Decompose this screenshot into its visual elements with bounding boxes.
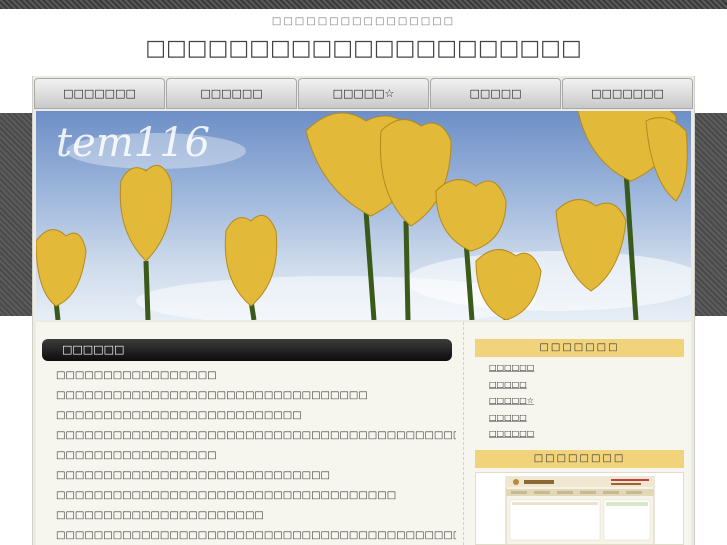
banner-thumbnail[interactable]: [475, 472, 684, 545]
post-link-5[interactable]: □□□□□□□□□□□□□□□□□: [56, 446, 456, 466]
header-image-tulips: tem116: [36, 111, 691, 320]
post-link-3[interactable]: □□□□□□□□□□□□□□□□□□□□□□□□□□: [56, 406, 456, 426]
site-thumbnail-image: [505, 476, 655, 544]
nav-item-3[interactable]: □□□□□☆: [298, 78, 429, 109]
nav-item-2[interactable]: □□□□□□: [166, 78, 297, 109]
sidebar-item-5[interactable]: □□□□□□: [489, 426, 534, 443]
site-title[interactable]: □□□□□□□□□□□□□□□□□□□□□: [0, 36, 727, 61]
sidebar-menu-title: □□□□□□□: [475, 339, 684, 357]
post-link-9[interactable]: □□□□□□□□□□□□□□□□□□□□□□□□□□□□□□□□□□□□□□□□…: [56, 526, 456, 545]
tulip-illustration: tem116: [36, 111, 691, 320]
section-title: □□□□□□: [42, 339, 452, 361]
post-link-7[interactable]: □□□□□□□□□□□□□□□□□□□□□□□□□□□□□□□□□□□□: [56, 486, 456, 506]
main-column: □□□□□□ □□□□□□□□□□□□□□□□□ □□□□□□□□□□□□□□□…: [36, 322, 462, 545]
header-logo-text: tem116: [56, 120, 210, 166]
sidebar-item-4[interactable]: □□□□□: [489, 410, 534, 427]
sidebar-banner-title: □□□□□□□□: [475, 450, 684, 468]
sidebar: □□□□□□□ □□□□□□ □□□□□ □□□□□☆ □□□□□ □□□□□□…: [463, 322, 691, 545]
post-list: □□□□□□□□□□□□□□□□□ □□□□□□□□□□□□□□□□□□□□□□…: [56, 366, 456, 545]
nav-item-1[interactable]: □□□□□□□: [34, 78, 165, 109]
sidebar-item-2[interactable]: □□□□□: [489, 377, 534, 394]
post-link-6[interactable]: □□□□□□□□□□□□□□□□□□□□□□□□□□□□□: [56, 466, 456, 486]
post-link-1[interactable]: □□□□□□□□□□□□□□□□□: [56, 366, 456, 386]
sidebar-item-3[interactable]: □□□□□☆: [489, 393, 534, 410]
post-link-8[interactable]: □□□□□□□□□□□□□□□□□□□□□□: [56, 506, 456, 526]
nav-item-5[interactable]: □□□□□□□: [562, 78, 693, 109]
post-link-2[interactable]: □□□□□□□□□□□□□□□□□□□□□□□□□□□□□□□□□: [56, 386, 456, 406]
content-area: □□□□□□ □□□□□□□□□□□□□□□□□ □□□□□□□□□□□□□□□…: [36, 322, 691, 545]
post-link-4[interactable]: □□□□□□□□□□□□□□□□□□□□□□□□□□□□□□□□□□□□□□□□…: [56, 426, 456, 446]
top-stripe: [0, 0, 727, 9]
site-description: □□□□□□□□□□□□□□□□: [271, 16, 456, 27]
sidebar-menu: □□□□□□ □□□□□ □□□□□☆ □□□□□ □□□□□□: [489, 360, 534, 443]
nav-item-4[interactable]: □□□□□: [430, 78, 561, 109]
global-nav: □□□□□□□ □□□□□□ □□□□□☆ □□□□□ □□□□□□□: [34, 78, 693, 109]
sidebar-item-1[interactable]: □□□□□□: [489, 360, 534, 377]
